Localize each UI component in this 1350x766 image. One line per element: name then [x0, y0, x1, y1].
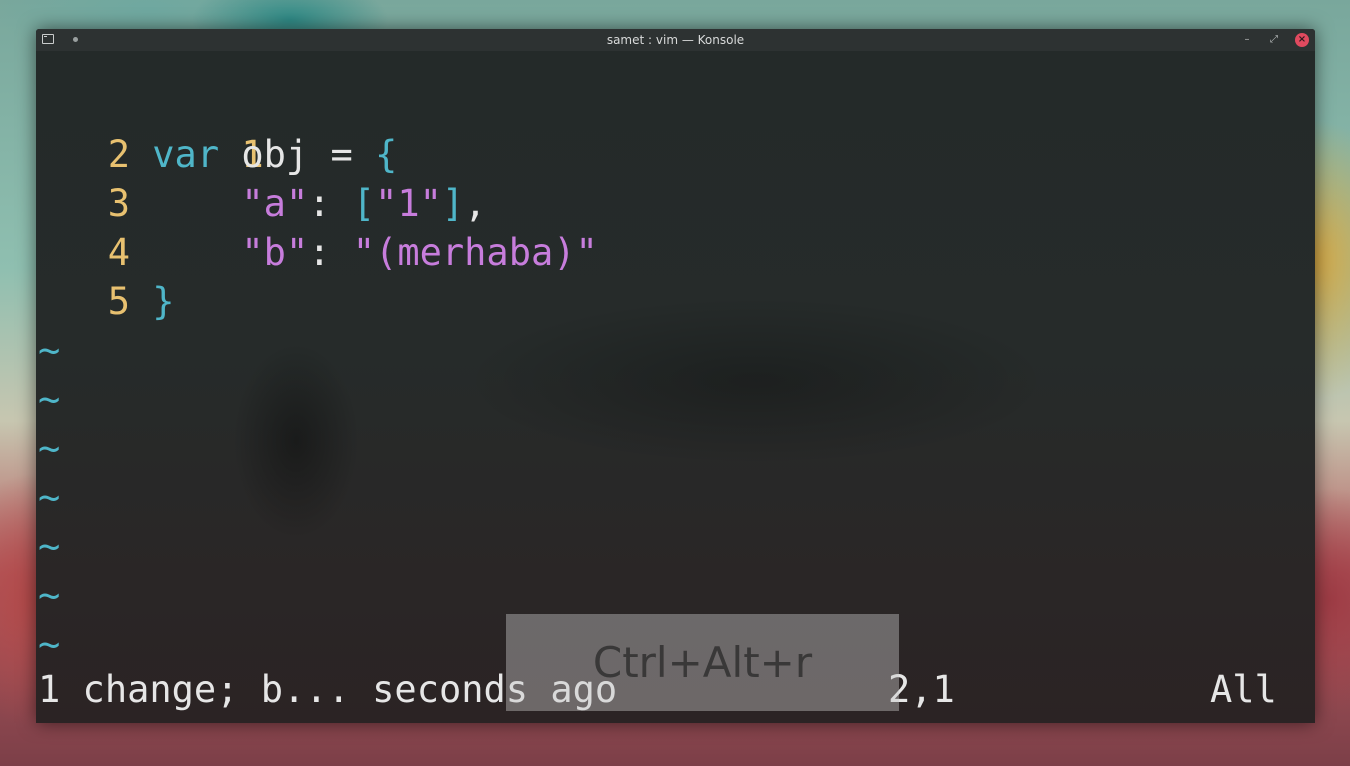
bracket-token: ] [441, 182, 465, 225]
minimize-button[interactable]: – [1240, 33, 1254, 47]
maximize-button[interactable]: ⤢ [1267, 33, 1281, 47]
line-number: 4 [107, 231, 130, 274]
empty-line-marker: ~ [38, 427, 61, 470]
code-line: 5 } [36, 277, 175, 326]
brace-token: } [152, 280, 175, 323]
code-line: 2 var obj = { [36, 130, 398, 179]
code-line: 4 "b": "(merhaba)" [36, 228, 598, 277]
string-token: "(merhaba)" [352, 231, 598, 274]
code-text: obj = [219, 133, 376, 176]
code-line: 3 "a": ["1"], [36, 179, 487, 228]
line-number: 5 [107, 280, 130, 323]
keyword-token: var [152, 133, 220, 176]
string-token: "b" [241, 231, 309, 274]
brace-token: { [375, 133, 398, 176]
string-token: "a" [241, 182, 309, 225]
scroll-indicator: All [1210, 668, 1277, 711]
line-number: 3 [107, 182, 130, 225]
code-line: 1 [36, 81, 263, 176]
window-title: samet : vim — Konsole [606, 33, 745, 47]
keystroke-overlay: Ctrl+Alt+r [506, 614, 899, 711]
line-number: 2 [107, 133, 130, 176]
empty-line-marker: ~ [38, 378, 61, 421]
comma-token: , [464, 182, 487, 225]
empty-line-marker: ~ [38, 623, 61, 666]
colon-token: : [308, 182, 353, 225]
empty-line-marker: ~ [38, 574, 61, 617]
bracket-token: [ [352, 182, 376, 225]
colon-token: : [308, 231, 353, 274]
empty-line-marker: ~ [38, 329, 61, 372]
empty-line-marker: ~ [38, 476, 61, 519]
close-button[interactable]: × [1295, 33, 1309, 47]
string-token: "1" [375, 182, 442, 225]
empty-line-marker: ~ [38, 525, 61, 568]
title-bar[interactable]: samet : vim — Konsole – ⤢ × [36, 29, 1315, 51]
